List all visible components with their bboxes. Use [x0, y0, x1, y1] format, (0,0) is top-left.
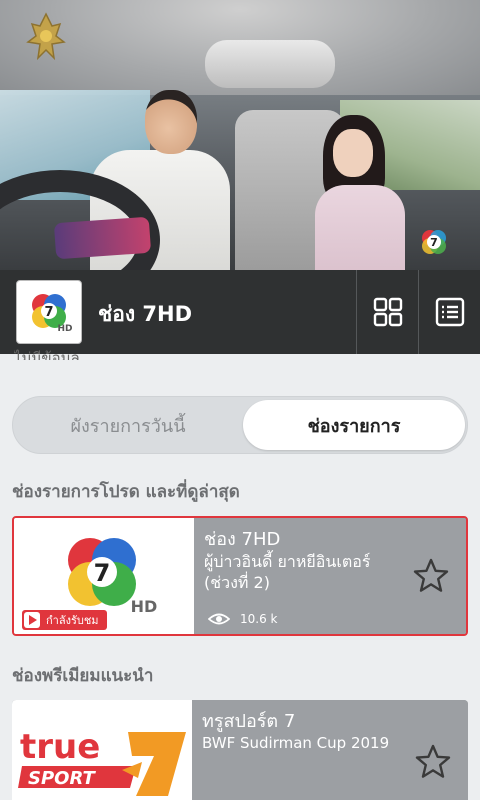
channel-card-thumbnail: true SPORT — [12, 700, 192, 800]
tab-channel-list[interactable]: ช่องรายการ — [243, 400, 465, 450]
view-toggle: ผังรายการวันนี้ ช่องรายการ — [12, 396, 468, 454]
section-title-recent: ช่องรายการโปรด และที่ดูล่าสุด — [12, 482, 240, 502]
svg-text:7: 7 — [94, 559, 111, 587]
car-ceiling-light — [205, 40, 335, 88]
channel7hd-logo-icon: 7 HD — [16, 280, 82, 344]
channel7hd-logo-icon: 7 HD — [68, 538, 158, 616]
channel-name: ช่อง 7HD — [204, 529, 281, 550]
no-data-text: ไม่มีข้อมูล — [14, 349, 80, 360]
truesport7-logo-icon: true SPORT — [18, 727, 186, 796]
show-title-logo — [53, 216, 152, 260]
svg-text:SPORT: SPORT — [28, 768, 97, 789]
royal-emblem-icon — [26, 12, 66, 61]
channel-name: ทรูสปอร์ต 7 — [202, 711, 296, 732]
now-watching-label: กำลังรับชม — [46, 614, 99, 627]
list-icon — [435, 297, 464, 327]
favorite-star-icon[interactable] — [414, 743, 452, 781]
favorite-star-icon[interactable] — [412, 557, 450, 595]
svg-text:HD: HD — [131, 597, 158, 616]
tab-today-schedule[interactable]: ผังรายการวันนี้ — [17, 400, 239, 450]
channel-title: ช่อง 7HD — [98, 302, 193, 326]
play-icon — [24, 612, 40, 628]
channel7hd-logo-graphic: 7 HD — [32, 294, 73, 334]
eye-icon — [208, 613, 230, 625]
video-player[interactable]: 7 — [0, 0, 480, 270]
program-title: BWF Sudirman Cup 2019 — [202, 734, 390, 752]
channel-card-ch7hd[interactable]: 7 HD กำลังรับชม ช่อง 7HD ผู้บ่าวอินดี้ ย… — [12, 516, 468, 636]
program-list-button[interactable] — [418, 270, 480, 354]
channel-card-info: ทรูสปอร์ต 7 BWF Sudirman Cup 2019 — [192, 700, 468, 800]
view-count-value: 10.6 k — [240, 612, 278, 626]
channel7-watermark-icon: 7 — [422, 230, 446, 254]
channel-card-info: ช่อง 7HD ผู้บ่าวอินดี้ ยาหยีอินเตอร์ (ช่… — [194, 518, 466, 634]
video-person-passenger — [305, 115, 415, 270]
svg-text:HD: HD — [57, 324, 72, 334]
now-watching-badge: กำลังรับชม — [22, 610, 107, 630]
svg-text:7: 7 — [430, 236, 438, 249]
program-title: ผู้บ่าวอินดี้ ยาหยีอินเตอร์ (ช่วงที่ 2) — [204, 552, 371, 592]
svg-text:7: 7 — [44, 305, 53, 320]
channel-card-truesport7[interactable]: true SPORT ทรูสปอร์ต 7 BWF Sudirman Cup … — [12, 700, 468, 800]
grid-view-button[interactable] — [356, 270, 418, 354]
channel-header-bar: 7 HD ช่อง 7HD — [0, 270, 480, 354]
section-title-premium: ช่องพรีเมียมแนะนำ — [12, 666, 154, 686]
grid-icon — [373, 297, 402, 327]
svg-text:true: true — [20, 727, 100, 767]
channel-card-thumbnail: 7 HD กำลังรับชม — [14, 518, 194, 634]
view-count: 10.6 k — [208, 612, 277, 626]
